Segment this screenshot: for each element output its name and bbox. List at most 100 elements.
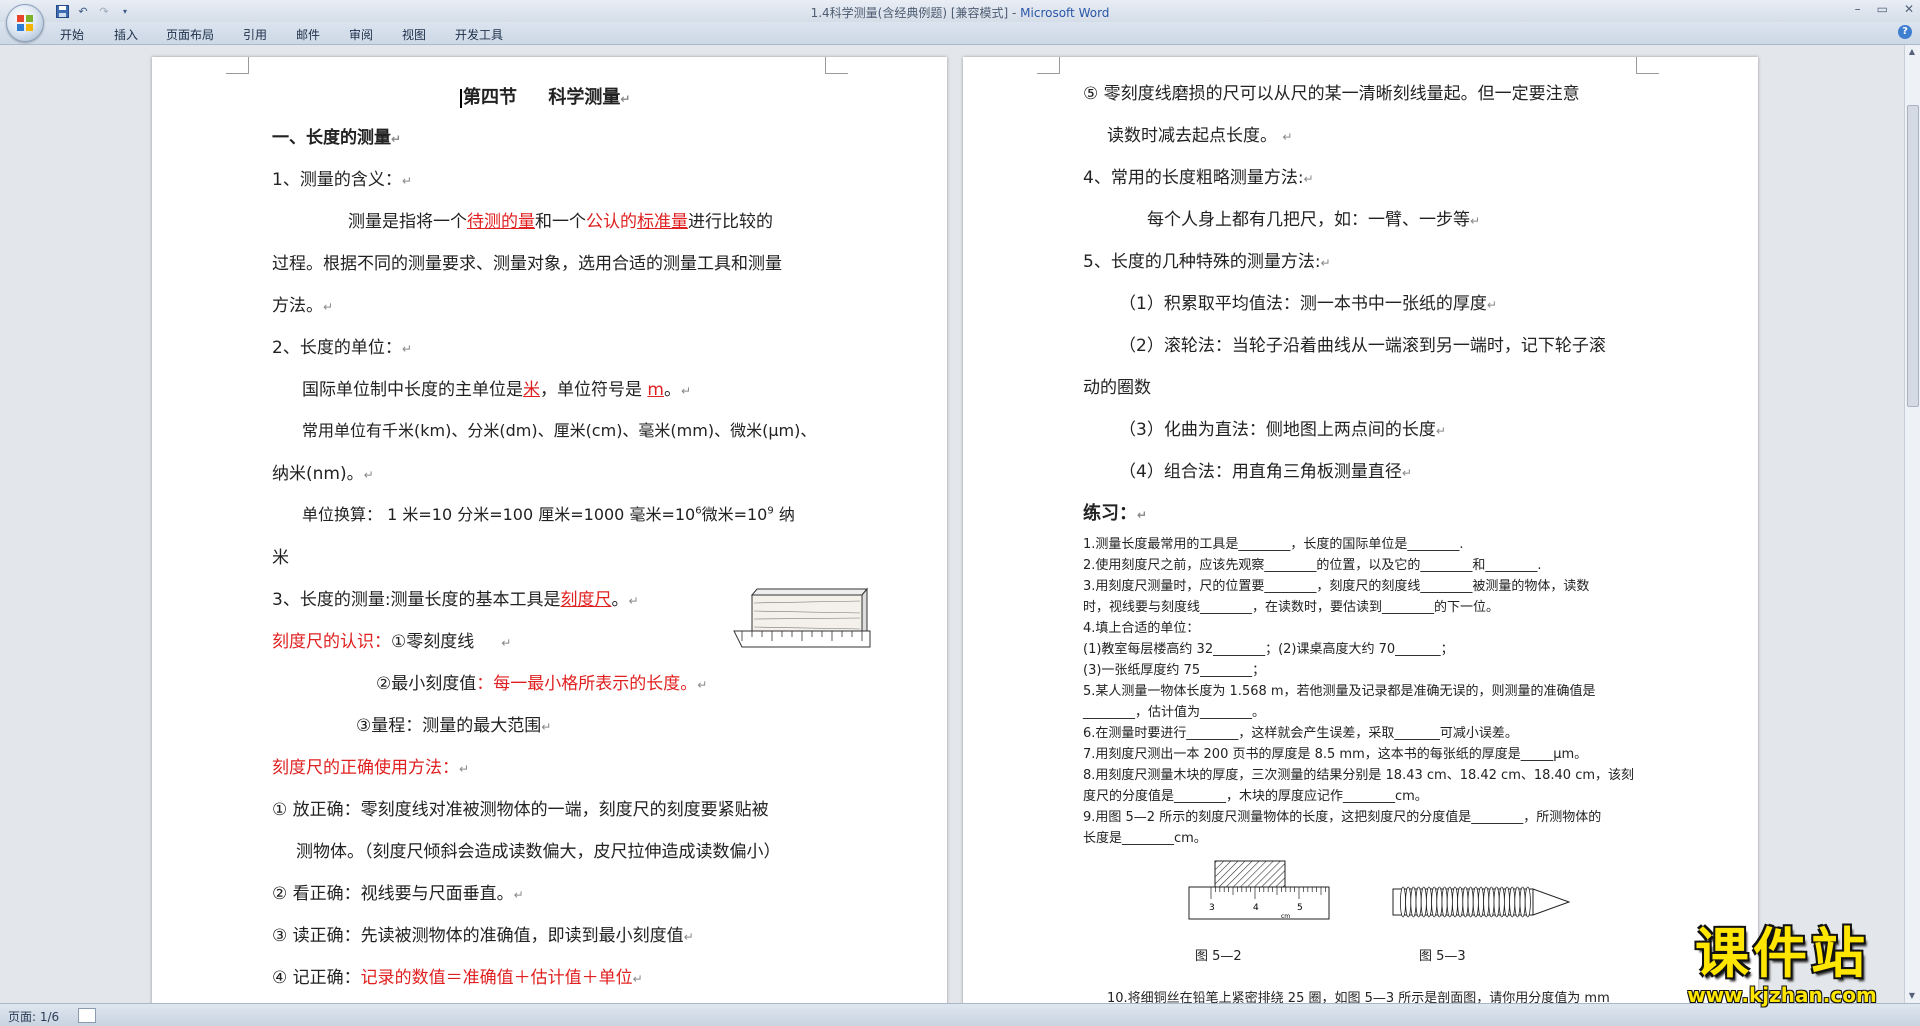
tab-view[interactable]: 视图	[402, 26, 426, 43]
document-page-2[interactable]: ⑤ 零刻度线磨损的尺可以从尺的某一清晰刻线量起。但一定要注意 读数时减去起点长度…	[963, 57, 1758, 1003]
heading-length: 一、长度的测量↵	[272, 128, 402, 148]
question-line: 10.将细铜丝在铅笔上紧密排绕 25 圈，如图 5—3 所示是剖面图，请你用分度…	[1107, 991, 1610, 1003]
wire-coil	[1488, 886, 1495, 918]
wire-coil	[1524, 886, 1531, 918]
figure-caption-5-3: 图 5—3	[1419, 949, 1466, 964]
para-line: 4、常用的长度粗略测量方法:↵	[1083, 168, 1314, 188]
para-line: ② 看正确：视线要与尺面垂直。↵	[272, 884, 524, 904]
para-line: ① 放正确：零刻度线对准被测物体的一端，刻度尺的刻度要紧贴被	[272, 800, 769, 820]
question-line: 时，视线要与刻度线________，在读数时，要估读到________的下一位。	[1083, 600, 1500, 615]
scroll-down-icon[interactable]: ▼	[1907, 991, 1917, 1001]
crop-mark	[226, 57, 249, 74]
ribbon-tabs: 开始 插入 页面布局 引用 邮件 审阅 视图 开发工具	[0, 22, 1920, 45]
wire-coil	[1467, 886, 1474, 918]
wire-coil	[1452, 886, 1459, 918]
para-line: 纳米(nm)。↵	[272, 464, 374, 484]
para-line: 动的圈数	[1083, 378, 1151, 398]
ruler-tick-label: 5	[1297, 903, 1303, 913]
app-name: Microsoft Word	[1020, 6, 1110, 20]
wire-coil	[1446, 886, 1453, 918]
para-line: 测物体。（刻度尺倾斜会造成读数偏大，皮尺拉伸造成读数偏小）	[296, 842, 781, 862]
office-logo-icon	[17, 15, 33, 31]
vertical-scrollbar[interactable]: ▲ ▼	[1904, 45, 1920, 1003]
watermark: 课件站 www.kjzhan.com	[1662, 925, 1902, 1008]
status-bar: 页面: 1/6	[0, 1003, 1920, 1026]
wire-coil	[1498, 886, 1505, 918]
para-line: ⑤ 零刻度线磨损的尺可以从尺的某一清晰刻线量起。但一定要注意	[1083, 84, 1580, 104]
page-count-status[interactable]: 页面: 1/6	[8, 1008, 59, 1025]
question-line: 长度是________cm。	[1083, 831, 1207, 846]
tab-home[interactable]: 开始	[60, 26, 84, 43]
tab-developer[interactable]: 开发工具	[455, 26, 503, 43]
ruler-tick-label: 4	[1253, 903, 1259, 913]
macro-record-icon[interactable]	[78, 1008, 96, 1023]
para-line: 国际单位制中长度的主单位是米，单位符号是 m。↵	[302, 380, 692, 400]
para-line: 5、长度的几种特殊的测量方法:↵	[1083, 252, 1331, 272]
question-line: 4.填上合适的单位：	[1083, 621, 1200, 636]
question-line: 9.用图 5—2 所示的刻度尺测量物体的长度，这把刻度尺的分度值是_______…	[1083, 810, 1602, 825]
para-line: 读数时减去起点长度。 ↵	[1107, 126, 1293, 146]
wire-coil	[1405, 886, 1412, 918]
wire-coil	[1426, 886, 1433, 918]
minimize-button[interactable]: –	[1855, 2, 1861, 16]
ruler-tick-label: 3	[1209, 903, 1215, 913]
window-controls: – ▭ ✕	[1855, 2, 1914, 16]
wire-coil	[1410, 886, 1417, 918]
para-line: 2、长度的单位：↵	[272, 338, 412, 358]
question-line: 1.测量长度最常用的工具是________，长度的国际单位是________.	[1083, 537, 1464, 552]
para-line: 刻度尺的认识：①零刻度线 ↵	[272, 632, 512, 652]
para-line: （1）积累取平均值法：测一本书中一张纸的厚度↵	[1119, 294, 1497, 314]
para-line: 测量是指将一个待测的量和一个公认的标准量进行比较的	[348, 212, 773, 232]
para-line: ③量程：测量的最大范围↵	[356, 716, 552, 736]
ruler-unit-label: cm	[1281, 913, 1290, 920]
wire-coil	[1504, 886, 1511, 918]
section-title: 第四节 科学测量↵	[460, 83, 630, 109]
exercise-title: 练习：↵	[1083, 503, 1148, 524]
figure-5-2-ruler: 3 4 5 cm	[1188, 860, 1330, 920]
question-line: (1)教室每层楼高约 32________；(2)课桌高度大约 70______…	[1083, 642, 1454, 657]
wire-coil	[1514, 886, 1521, 918]
tab-references[interactable]: 引用	[243, 26, 267, 43]
wire-coil	[1472, 886, 1479, 918]
tab-review[interactable]: 审阅	[349, 26, 373, 43]
figure-5-3-pencil-coil	[1392, 886, 1571, 918]
crop-mark	[1037, 57, 1060, 74]
tab-insert[interactable]: 插入	[114, 26, 138, 43]
window-title: 1.4科学测量(含经典例题) [兼容模式] - Microsoft Word	[0, 4, 1920, 21]
question-line: 度尺的分度值是________，木块的厚度应记作________cm。	[1083, 789, 1428, 804]
para-line: 1、测量的含义：↵	[272, 170, 412, 190]
para-line: ④ 记正确：记录的数值＝准确值＋估计值＋单位↵	[272, 968, 643, 988]
wire-coil	[1519, 886, 1526, 918]
title-bar: ↶ ↷ ▾ 1.4科学测量(含经典例题) [兼容模式] - Microsoft …	[0, 0, 1920, 23]
wire-coil	[1462, 886, 1469, 918]
question-line: 3.用刻度尺测量时，尺的位置要________，刻度尺的刻度线________被…	[1083, 579, 1590, 594]
tab-mailings[interactable]: 邮件	[296, 26, 320, 43]
scrollbar-thumb[interactable]	[1907, 105, 1919, 407]
para-line: ②最小刻度值：每一最小格所表示的长度。↵	[376, 674, 708, 694]
figure-caption-5-2: 图 5—2	[1195, 949, 1242, 964]
help-icon[interactable]: ?	[1898, 25, 1912, 39]
wire-coil	[1493, 886, 1500, 918]
scroll-up-icon[interactable]: ▲	[1907, 47, 1917, 57]
para-line: 单位换算： 1 米=10 分米=100 厘米=1000 毫米=106微米=109…	[302, 505, 795, 524]
tab-page-layout[interactable]: 页面布局	[166, 26, 214, 43]
para-line: 方法。↵	[272, 296, 334, 316]
office-button[interactable]	[6, 4, 44, 42]
wire-coil	[1431, 886, 1438, 918]
para-line: 每个人身上都有几把尺，如：一臂、一步等↵	[1147, 210, 1481, 230]
watermark-url: www.kjzhan.com	[1687, 983, 1877, 1007]
para-line: 刻度尺的正确使用方法：↵	[272, 758, 470, 778]
wire-coil	[1509, 886, 1516, 918]
question-line: 2.使用刻度尺之前，应该先观察________的位置，以及它的________和…	[1083, 558, 1542, 573]
question-line: ________，估计值为________。	[1083, 705, 1266, 720]
close-button[interactable]: ✕	[1904, 2, 1914, 16]
para-line: （2）滚轮法：当轮子沿着曲线从一端滚到另一端时，记下轮子滚	[1119, 336, 1606, 356]
document-page-1[interactable]: 第四节 科学测量↵ 一、长度的测量↵ 1、测量的含义：↵ 测量是指将一个待测的量…	[152, 57, 947, 1003]
maximize-button[interactable]: ▭	[1877, 2, 1888, 16]
para-line: （3）化曲为直法：侧地图上两点间的长度↵	[1119, 420, 1446, 440]
para-line: （4）组合法：用直角三角板测量直径↵	[1119, 462, 1412, 482]
question-line: 6.在测量时要进行________，这样就会产生误差，采取_______可减小误…	[1083, 726, 1518, 741]
para-line: 过程。根据不同的测量要求、测量对象，选用合适的测量工具和测量	[272, 254, 782, 274]
question-line: (3)一张纸厚度约 75________；	[1083, 663, 1266, 678]
crop-mark	[825, 57, 848, 74]
